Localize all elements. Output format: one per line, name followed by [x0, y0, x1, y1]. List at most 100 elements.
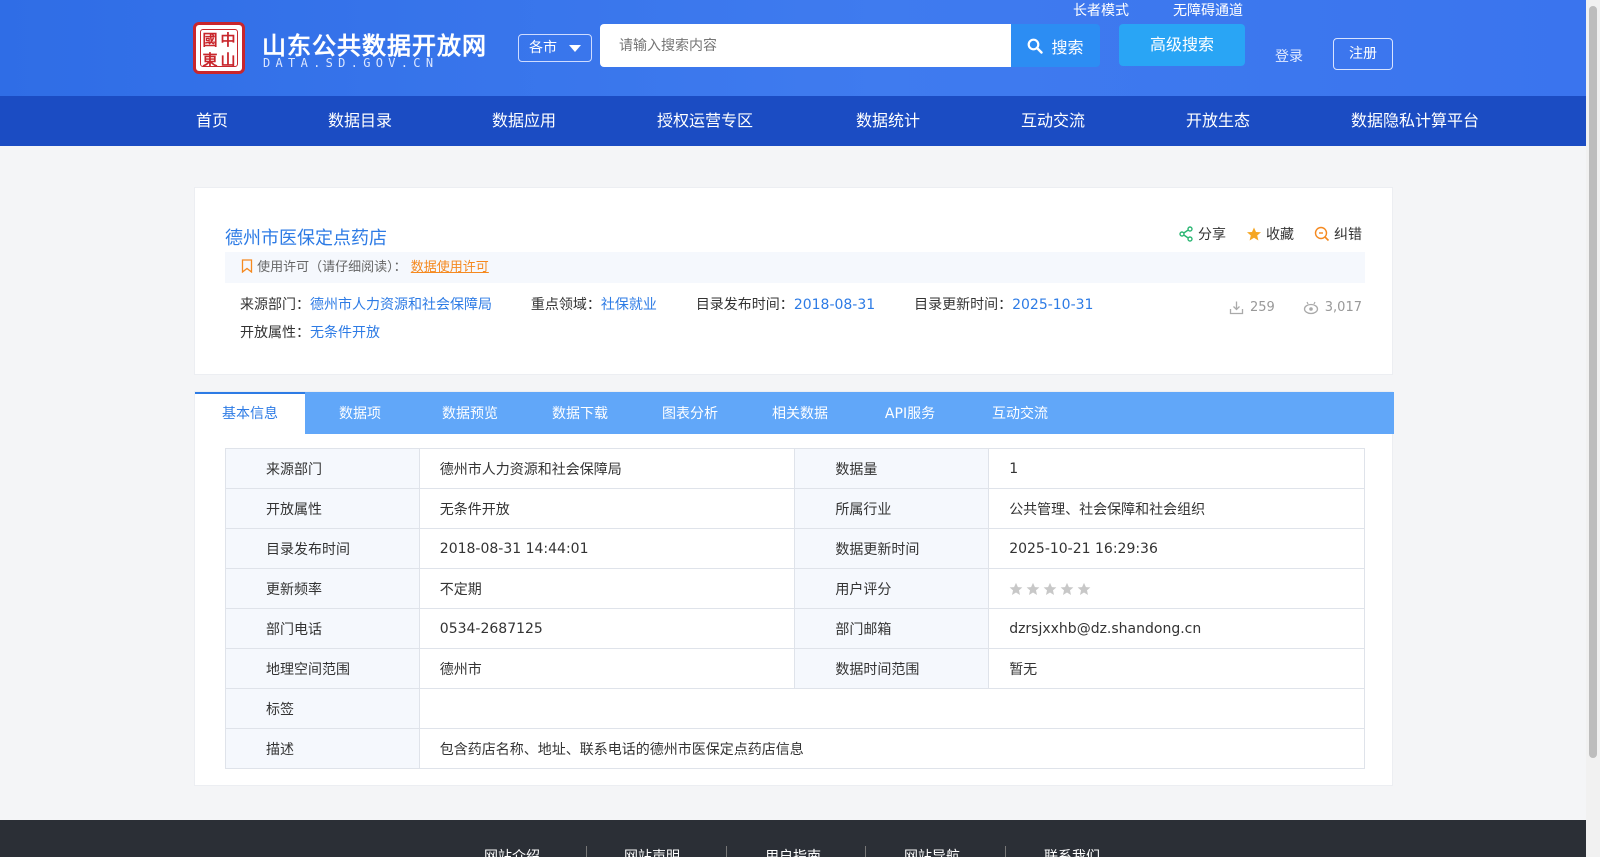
row-label: 所属行业	[794, 488, 990, 529]
publish-value: 2018-08-31	[793, 297, 876, 313]
favorite-label: 收藏	[1266, 227, 1294, 243]
tags-value	[418, 688, 1366, 729]
table-row: 目录发布时间 2018-08-31 14:44:01 数据更新时间 2025-10-2…	[225, 528, 1365, 569]
footer-link-guide[interactable]: 用户指南	[765, 846, 821, 857]
row-label: 数据量	[794, 448, 990, 489]
register-button[interactable]: 注册	[1333, 38, 1393, 70]
row-label: 更新频率	[225, 568, 420, 609]
star-icon[interactable]	[1077, 582, 1091, 596]
row-label: 开放属性	[225, 488, 420, 529]
share-button[interactable]: 分享	[1178, 224, 1226, 244]
nav-item-stats[interactable]: 数据统计	[856, 96, 920, 146]
nav-item-privacy-computing[interactable]: 数据隐私计算平台	[1351, 96, 1479, 146]
share-label: 分享	[1198, 227, 1226, 243]
eye-icon	[1303, 301, 1318, 314]
footer-divider	[586, 846, 587, 857]
dataset-title: 德州市医保定点药店	[225, 228, 387, 249]
accessibility-link[interactable]: 无障碍通道	[1173, 0, 1243, 20]
tab-related-data[interactable]: 相关数据	[745, 392, 855, 434]
footer-link-about[interactable]: 网站介绍	[484, 846, 540, 857]
row-value: 不定期	[418, 568, 796, 609]
dataset-detail-panel: 基本信息 数据项 数据预览 数据下载 图表分析 相关数据 API服务 互动交流 …	[194, 391, 1394, 786]
table-row: 标签	[225, 688, 1366, 729]
search-input[interactable]	[600, 24, 1011, 67]
city-select-label: 各市	[529, 40, 557, 56]
row-value: 公共管理、社会保障和社会组织	[988, 488, 1365, 529]
error-report-icon	[1314, 226, 1330, 242]
detail-tabs: 基本信息 数据项 数据预览 数据下载 图表分析 相关数据 API服务 互动交流	[195, 392, 1394, 434]
dataset-meta-row-2: 开放属性：无条件开放	[240, 322, 380, 342]
publish-label: 目录发布时间：	[695, 297, 794, 313]
update-label: 目录更新时间：	[914, 297, 1013, 313]
search-icon	[1028, 38, 1044, 54]
tab-data-preview[interactable]: 数据预览	[415, 392, 525, 434]
search-button[interactable]: 搜索	[1011, 24, 1100, 67]
row-value: 2025-10-21 16:29:36	[988, 528, 1365, 569]
footer-link-statement[interactable]: 网站声明	[624, 846, 680, 857]
footer-link-sitemap[interactable]: 网站导航	[904, 846, 960, 857]
download-count-value: 259	[1249, 300, 1275, 315]
page-scrollbar[interactable]	[1586, 0, 1600, 857]
dataset-actions: 分享 收藏 纠错	[1178, 224, 1362, 244]
star-icon[interactable]	[1026, 582, 1040, 596]
elder-mode-link[interactable]: 长者模式	[1073, 0, 1129, 20]
row-label: 用户评分	[794, 568, 990, 609]
city-select[interactable]: 各市	[518, 34, 592, 62]
star-icon[interactable]	[1009, 582, 1023, 596]
scrollbar-thumb[interactable]	[1589, 6, 1597, 758]
search-button-label: 搜索	[1051, 37, 1084, 57]
table-row: 地理空间范围 德州市 数据时间范围 暂无	[225, 648, 1365, 689]
bookmark-icon	[241, 259, 253, 274]
nav-item-interaction[interactable]: 互动交流	[1021, 96, 1085, 146]
view-count: 3,017	[1303, 300, 1362, 315]
login-link[interactable]: 登录	[1275, 46, 1303, 66]
caret-down-icon	[569, 45, 581, 52]
star-icon[interactable]	[1043, 582, 1057, 596]
report-error-label: 纠错	[1334, 227, 1362, 243]
row-label: 数据时间范围	[794, 648, 990, 689]
site-header: 國 中 東 山 山东公共数据开放网 DATA.SD.GOV.CN 各市 搜索 高…	[0, 0, 1600, 96]
nav-item-catalog[interactable]: 数据目录	[328, 96, 392, 146]
row-label: 目录发布时间	[225, 528, 420, 569]
table-row: 描述 包含药店名称、地址、联系电话的德州市医保定点药店信息	[225, 728, 1366, 769]
tab-data-download[interactable]: 数据下载	[525, 392, 635, 434]
row-label: 地理空间范围	[225, 648, 420, 689]
license-label: 使用许可（请仔细阅读）：	[257, 260, 407, 275]
row-label: 数据更新时间	[794, 528, 990, 569]
source-value[interactable]: 德州市人力资源和社会保障局	[310, 297, 492, 313]
update-value: 2025-10-31	[1012, 297, 1094, 313]
row-value: 无条件开放	[418, 488, 796, 529]
open-value: 无条件开放	[310, 325, 380, 341]
tab-chart-analysis[interactable]: 图表分析	[635, 392, 745, 434]
logo-seal-icon[interactable]: 國 中 東 山	[193, 22, 245, 74]
rating-stars[interactable]	[1009, 582, 1364, 596]
nav-item-apps[interactable]: 数据应用	[492, 96, 556, 146]
dataset-summary-card: 德州市医保定点药店 分享 收藏 纠错 使用许可（请仔细阅读）： 数据使用许可 来…	[194, 187, 1393, 375]
nav-item-ecosystem[interactable]: 开放生态	[1186, 96, 1250, 146]
license-bar: 使用许可（请仔细阅读）： 数据使用许可	[225, 252, 1365, 283]
download-count: 259	[1229, 300, 1275, 315]
tab-basic-info[interactable]: 基本信息	[195, 392, 305, 434]
footer-link-contact[interactable]: 联系我们	[1044, 846, 1100, 857]
row-value: dzrsjxxhb@dz.shandong.cn	[988, 608, 1365, 649]
tab-interaction[interactable]: 互动交流	[965, 392, 1075, 434]
tab-api-service[interactable]: API服务	[855, 392, 965, 434]
footer-divider	[865, 846, 866, 857]
nav-item-authorized-ops[interactable]: 授权运营专区	[657, 96, 753, 146]
row-value: 德州市人力资源和社会保障局	[418, 448, 796, 489]
field-value[interactable]: 社保就业	[601, 297, 657, 313]
license-link[interactable]: 数据使用许可	[411, 260, 489, 275]
favorite-button[interactable]: 收藏	[1246, 224, 1294, 244]
advanced-search-button[interactable]: 高级搜索	[1119, 24, 1245, 66]
table-row: 更新频率 不定期 用户评分	[225, 568, 1365, 609]
row-value	[988, 568, 1365, 609]
footer-divider	[1005, 846, 1006, 857]
report-error-button[interactable]: 纠错	[1314, 224, 1362, 244]
source-label: 来源部门：	[240, 297, 310, 313]
site-domain: DATA.SD.GOV.CN	[263, 56, 439, 70]
star-icon[interactable]	[1060, 582, 1074, 596]
description-label: 描述	[225, 728, 420, 769]
tab-data-items[interactable]: 数据项	[305, 392, 415, 434]
field-label: 重点领域：	[530, 297, 601, 313]
nav-item-home[interactable]: 首页	[196, 96, 228, 146]
